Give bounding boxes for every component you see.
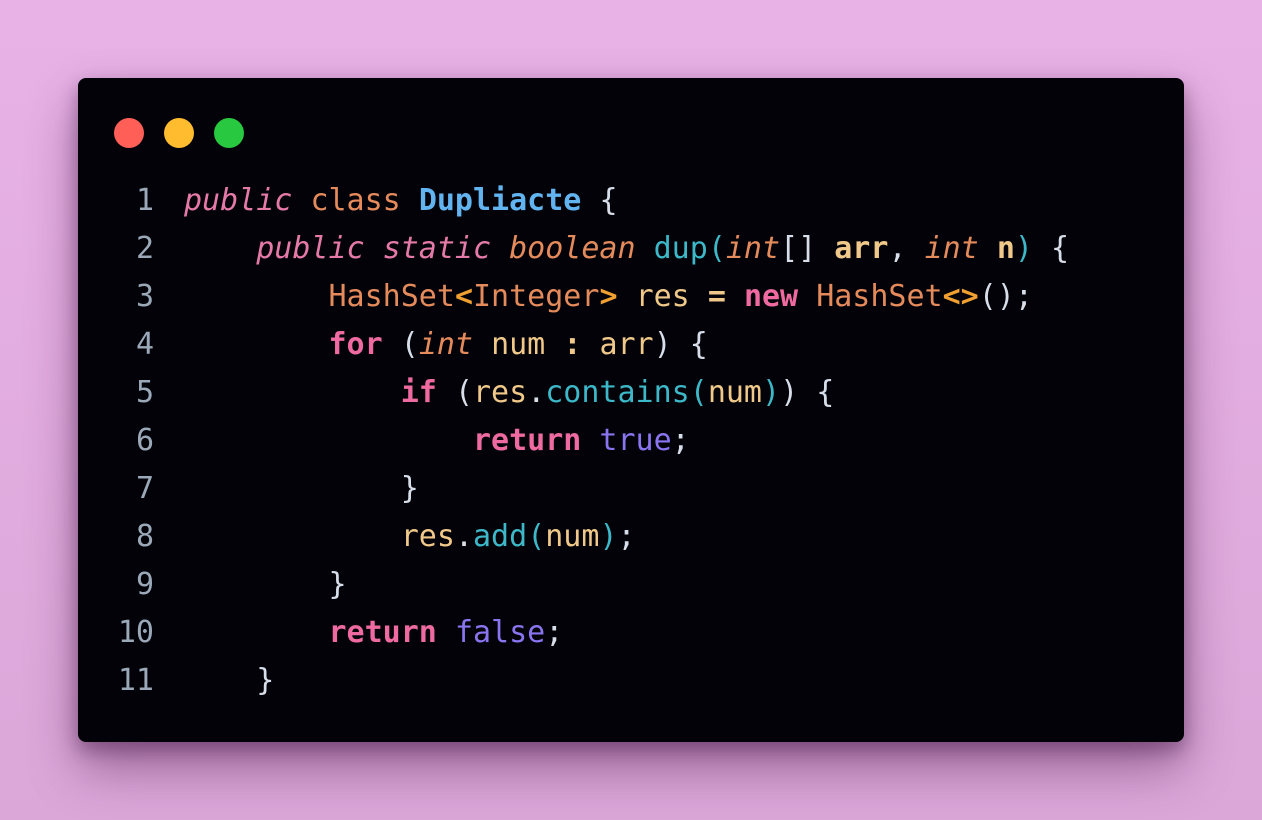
diamond-operator: <> bbox=[942, 279, 979, 314]
variable-num: num bbox=[491, 327, 546, 362]
keyword-static: static bbox=[382, 231, 492, 266]
type-boolean: boolean bbox=[509, 231, 636, 266]
keyword-for: for bbox=[328, 327, 383, 362]
code-line: 10 return false; bbox=[78, 609, 1184, 657]
keyword-return: return bbox=[472, 423, 582, 458]
code-line: 5 if (res.contains(num)) { bbox=[78, 369, 1184, 417]
code-window: 1 public class Dupliacte { 2 public stat… bbox=[78, 78, 1184, 742]
code-line: 3 HashSet<Integer> res = new HashSet<>()… bbox=[78, 273, 1184, 321]
method-contains: contains bbox=[545, 375, 690, 410]
param-arr: arr bbox=[834, 231, 889, 266]
generic-close: > bbox=[599, 279, 618, 314]
literal-false: false bbox=[454, 615, 546, 650]
line-number: 4 bbox=[135, 327, 154, 362]
colon-operator: : bbox=[563, 327, 582, 362]
variable-num: num bbox=[545, 519, 600, 554]
type-hashset: HashSet bbox=[816, 279, 943, 314]
maximize-button[interactable] bbox=[214, 118, 244, 148]
variable-arr: arr bbox=[599, 327, 654, 362]
keyword-public: public bbox=[184, 183, 293, 218]
type-hashset: HashSet bbox=[328, 279, 455, 314]
line-number: 6 bbox=[135, 423, 154, 458]
class-name: Dupliacte bbox=[418, 183, 582, 218]
generic-open: < bbox=[454, 279, 473, 314]
code-line: 6 return true; bbox=[78, 417, 1184, 465]
open-brace: { bbox=[599, 183, 618, 218]
literal-true: true bbox=[599, 423, 672, 458]
line-number: 7 bbox=[135, 471, 154, 506]
variable-res: res bbox=[635, 279, 690, 314]
code-line: 11 } bbox=[78, 657, 1184, 705]
code-line: 2 public static boolean dup(int[] arr, i… bbox=[78, 225, 1184, 273]
code-block: 1 public class Dupliacte { 2 public stat… bbox=[78, 177, 1184, 705]
line-number: 5 bbox=[135, 375, 154, 410]
line-number: 11 bbox=[117, 663, 154, 698]
assign-operator: = bbox=[707, 279, 726, 314]
code-line: 7 } bbox=[78, 465, 1184, 513]
close-button[interactable] bbox=[114, 118, 144, 148]
line-number: 10 bbox=[117, 615, 154, 650]
keyword-if: if bbox=[400, 375, 437, 410]
call-end: (); bbox=[978, 279, 1033, 314]
code-line: 9 } bbox=[78, 561, 1184, 609]
line-number: 2 bbox=[135, 231, 154, 266]
type-int: int bbox=[924, 231, 979, 266]
type-int: int bbox=[418, 327, 473, 362]
line-number: 1 bbox=[135, 183, 154, 218]
variable-res: res bbox=[400, 519, 455, 554]
keyword-public: public bbox=[256, 231, 365, 266]
variable-res: res bbox=[473, 375, 528, 410]
type-int: int bbox=[725, 231, 781, 266]
line-number: 8 bbox=[135, 519, 154, 554]
line-number: 3 bbox=[135, 279, 154, 314]
method-add: add bbox=[473, 519, 528, 554]
method-name: dup bbox=[653, 231, 708, 266]
code-line: 1 public class Dupliacte { bbox=[78, 177, 1184, 225]
variable-num: num bbox=[707, 375, 762, 410]
code-line: 4 for (int num : arr) { bbox=[78, 321, 1184, 369]
type-integer: Integer bbox=[473, 279, 600, 314]
code-line: 8 res.add(num); bbox=[78, 513, 1184, 561]
minimize-button[interactable] bbox=[164, 118, 194, 148]
keyword-new: new bbox=[743, 279, 799, 314]
param-n: n bbox=[996, 231, 1015, 266]
line-number: 9 bbox=[135, 567, 154, 602]
keyword-class: class bbox=[310, 183, 401, 218]
keyword-return: return bbox=[328, 615, 437, 650]
